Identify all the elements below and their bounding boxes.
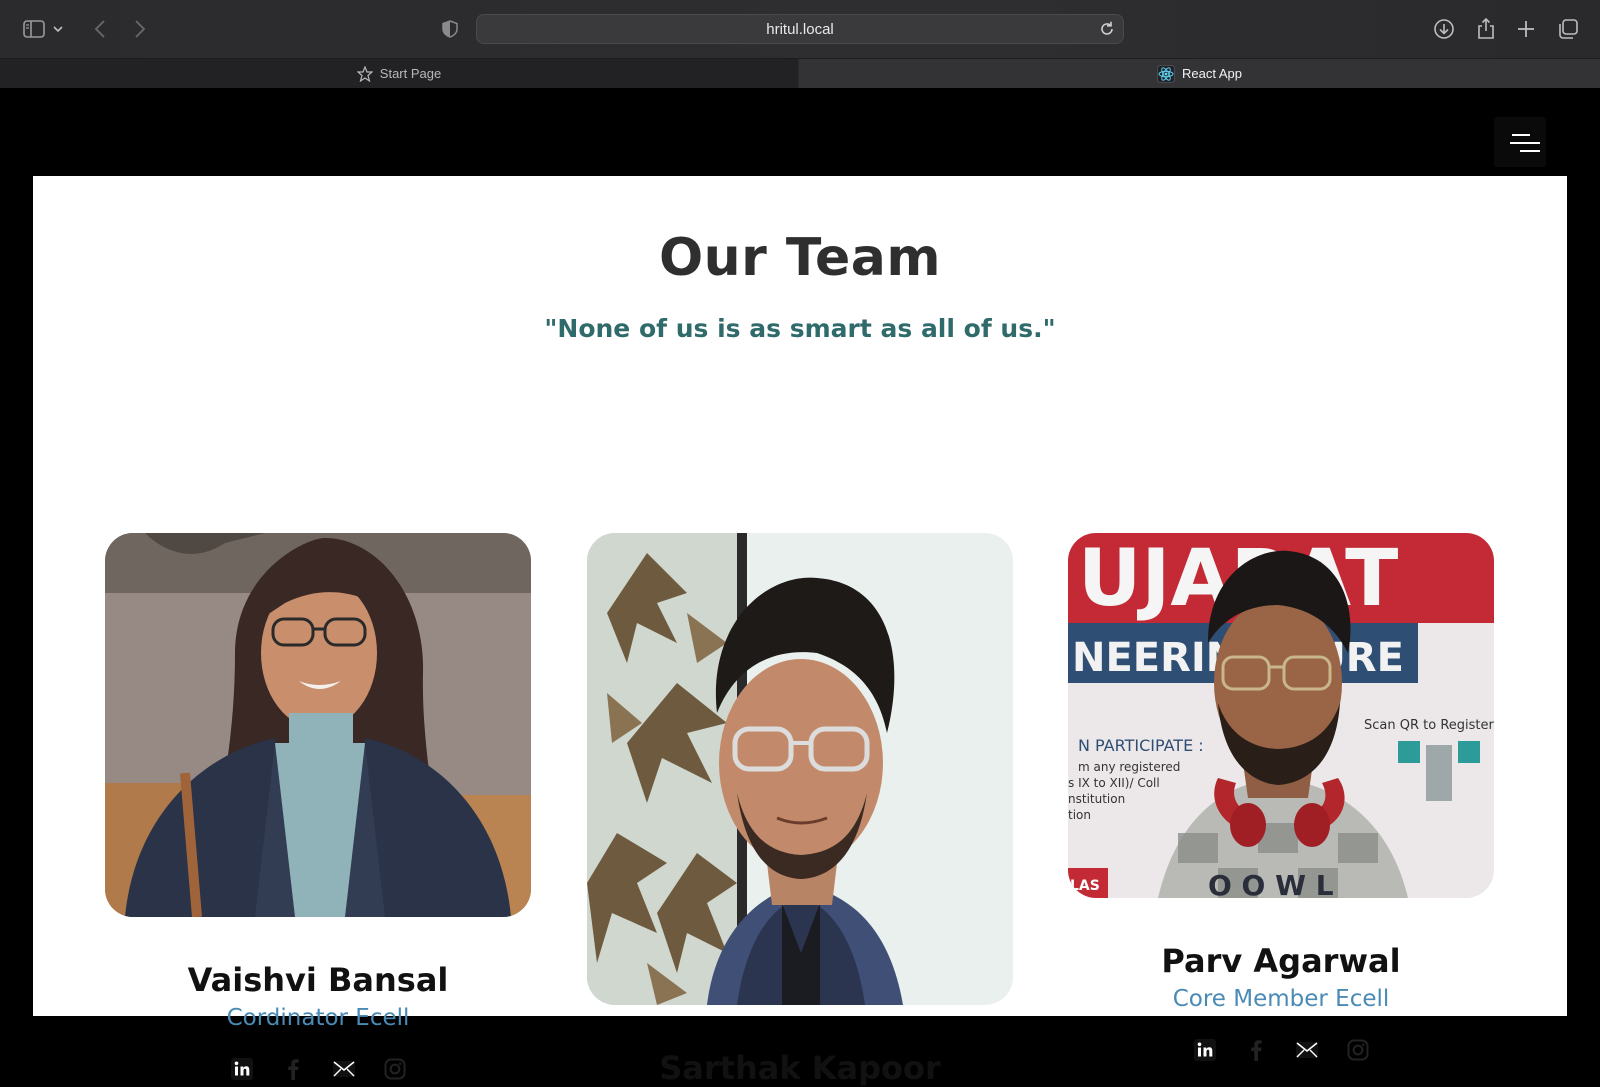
member-name: Vaishvi Bansal [187,961,449,999]
address-bar[interactable]: hritul.local [476,14,1124,44]
email-icon[interactable] [330,1055,358,1083]
star-icon [356,65,373,82]
sign-badge-text: LAS [1070,878,1100,894]
member-name: Parv Agarwal [1161,942,1401,980]
member-name: Sarthak Kapoor [659,1049,941,1087]
instagram-icon[interactable] [381,1055,409,1083]
react-logo-icon [1157,64,1175,83]
tab-bar: Start Page React App [0,58,1600,88]
hamburger-menu-button[interactable] [1494,117,1546,167]
privacy-shield-icon[interactable] [436,15,464,43]
browser-toolbar: hritul.local [0,0,1600,58]
team-card-vaishvi: Vaishvi Bansal Cordinator Ecell [105,533,531,1083]
member-photo [587,533,1013,1005]
share-icon[interactable] [1472,15,1500,43]
social-links [105,1055,531,1083]
linkedin-icon[interactable] [1191,1036,1219,1064]
instagram-icon[interactable] [1344,1036,1372,1064]
sign-line: nstitution [1068,792,1125,806]
url-text[interactable]: hritul.local [477,21,1123,38]
facebook-icon[interactable] [1242,1036,1270,1064]
reload-icon[interactable] [1097,19,1117,39]
tab-label: React App [1182,66,1242,81]
tab-react-app[interactable]: React App [799,59,1600,88]
team-card-sarthak: Sarthak Kapoor [587,533,1013,1087]
member-role: Core Member Ecell [1172,986,1390,1012]
section-title: Our Team [658,228,942,288]
member-photo [105,533,531,917]
back-icon[interactable] [86,15,114,43]
page-viewport: Our Team "None of us is as smart as all … [0,88,1600,1087]
sidebar-toggle-icon[interactable] [20,15,48,43]
sign-line: s IX to XII)/ Coll [1068,776,1160,790]
team-section: Our Team "None of us is as smart as all … [33,176,1567,1087]
facebook-icon[interactable] [279,1055,307,1083]
menu-line [1512,134,1530,136]
menu-line [1510,142,1540,144]
linkedin-icon[interactable] [228,1055,256,1083]
sign-line: tion [1068,808,1091,822]
sign-participate-text: N PARTICIPATE : [1078,736,1204,755]
member-photo: UJARAT NEERING TURE N PARTICIPATE : m an… [1068,533,1494,898]
sign-qr-text: Scan QR to Register [1364,718,1494,733]
chevron-down-icon[interactable] [50,15,66,43]
social-links [1068,1036,1494,1064]
download-icon[interactable] [1430,15,1458,43]
sign-line: m any registered [1078,760,1180,774]
tab-overview-icon[interactable] [1554,15,1582,43]
tab-start-page[interactable]: Start Page [0,59,798,88]
menu-line [1520,150,1540,152]
tab-label: Start Page [379,66,442,81]
new-tab-plus-icon[interactable] [1512,15,1540,43]
team-card-parv: UJARAT NEERING TURE N PARTICIPATE : m an… [1068,533,1494,1064]
forward-icon[interactable] [126,15,154,43]
member-role: Cordinator Ecell [226,1005,410,1031]
email-icon[interactable] [1293,1036,1321,1064]
section-quote: "None of us is as smart as all of us." [544,314,1056,343]
shirt-text: O O W L [1208,869,1334,898]
